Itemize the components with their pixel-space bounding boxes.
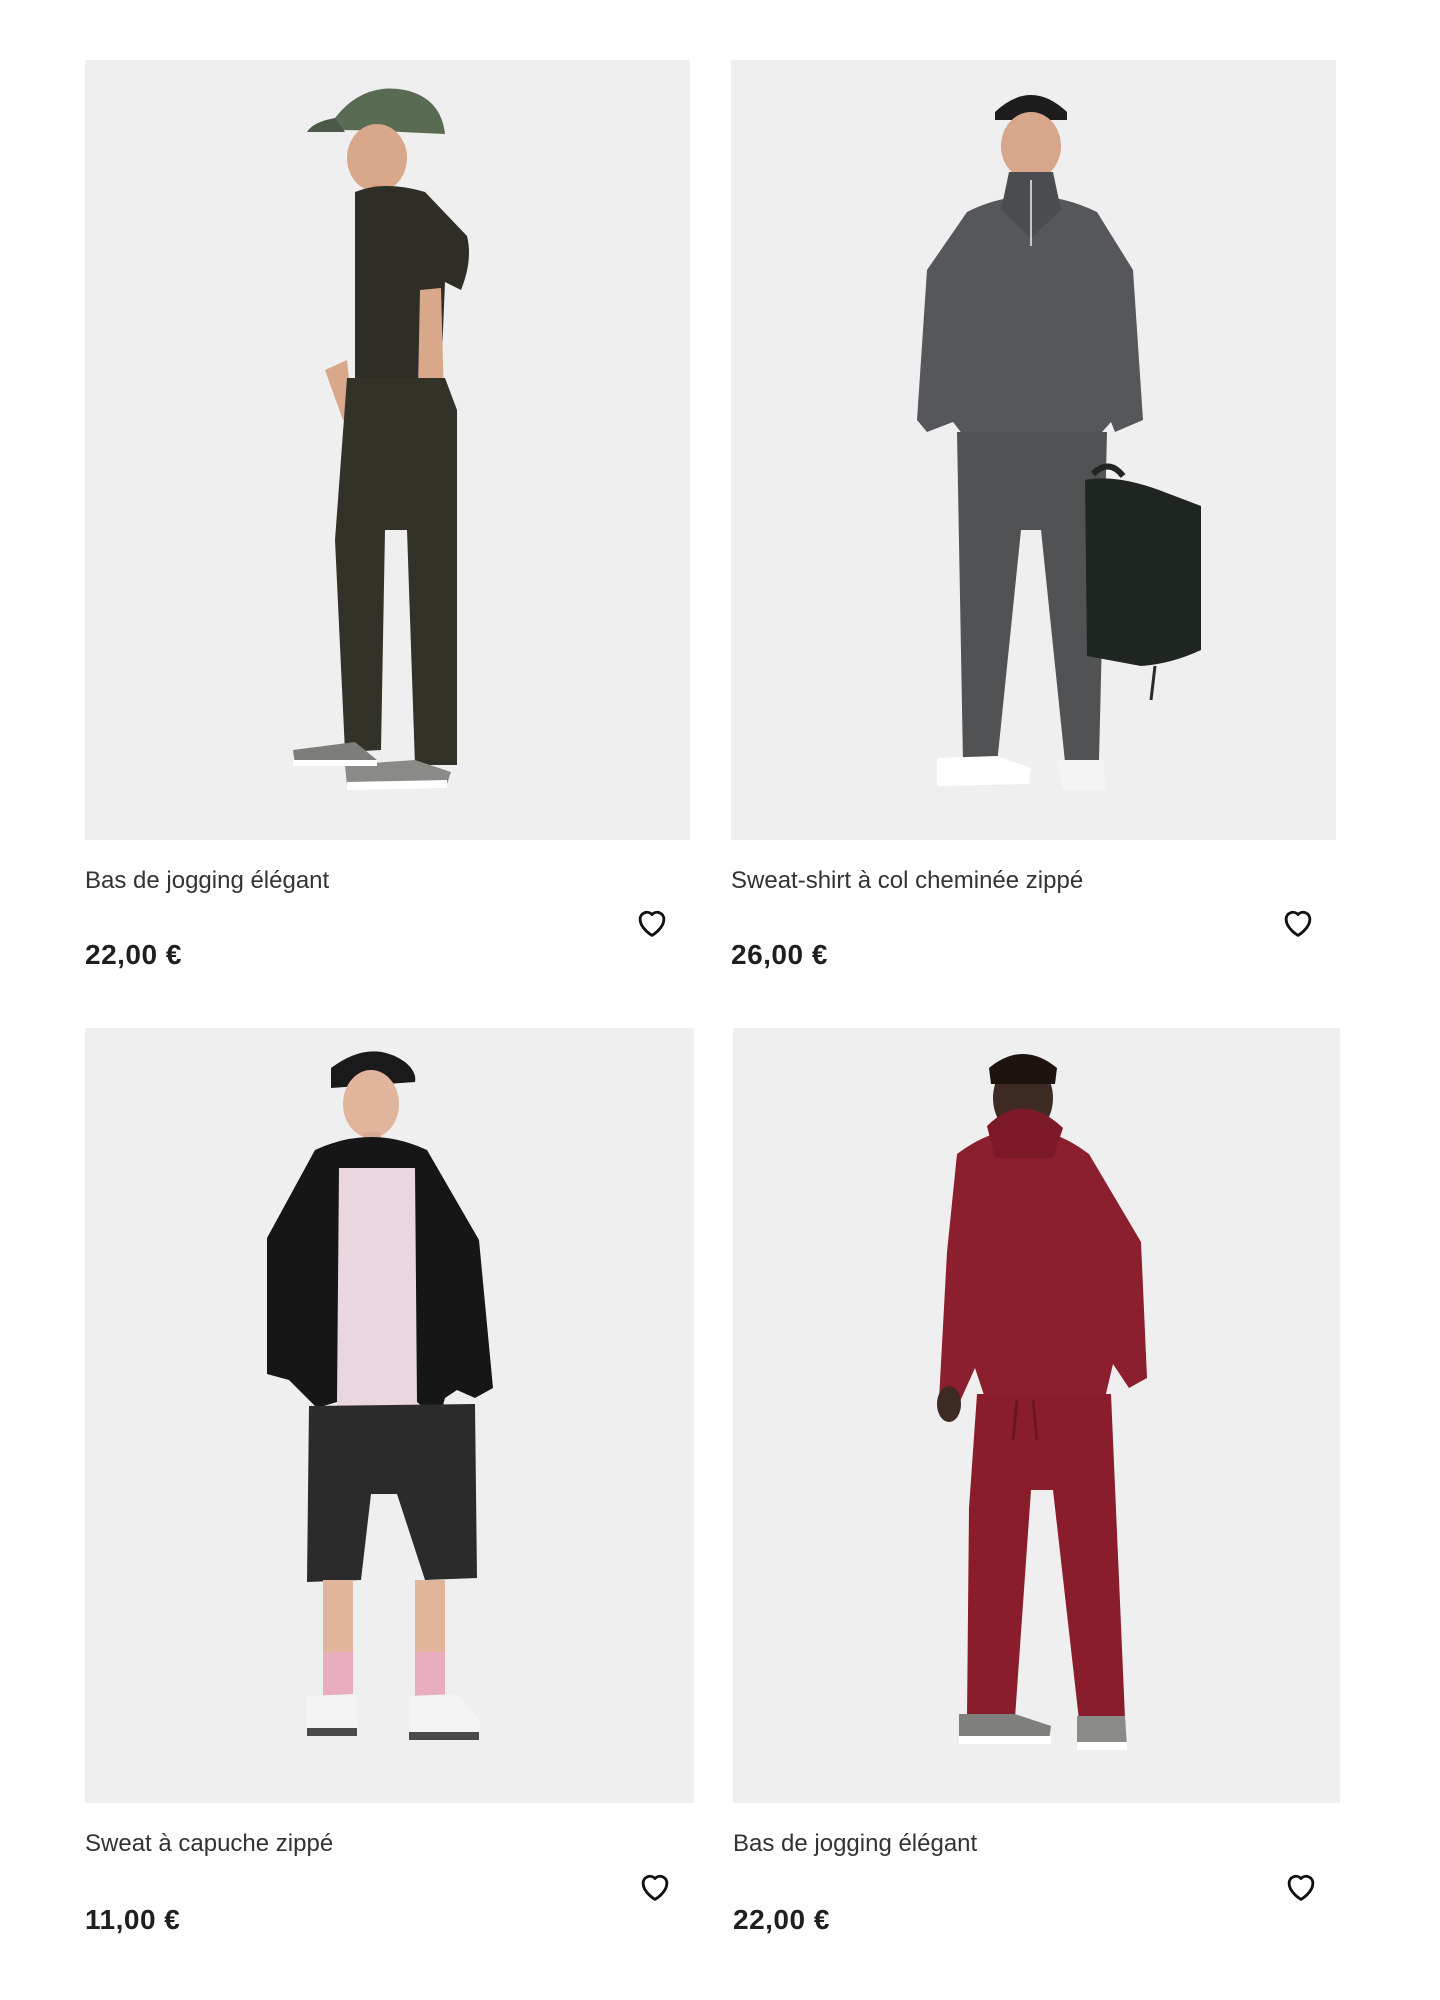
- product-image[interactable]: [85, 60, 690, 840]
- product-card[interactable]: Bas de jogging élégant 22,00 €: [85, 60, 690, 990]
- product-price: 26,00 €: [731, 939, 828, 970]
- model-wearing-burgundy-tracksuit-image: [733, 1028, 1340, 1803]
- product-title[interactable]: Bas de jogging élégant: [85, 866, 329, 896]
- product-card[interactable]: Bas de jogging élégant 22,00 €: [733, 1028, 1342, 1978]
- product-image[interactable]: [85, 1028, 694, 1803]
- product-price: 22,00 €: [85, 939, 182, 970]
- model-wearing-grey-sweatshirt-image: [731, 60, 1336, 840]
- wishlist-button[interactable]: [1276, 900, 1320, 944]
- wishlist-button[interactable]: [633, 1864, 677, 1908]
- heart-outline-icon: [1284, 910, 1312, 937]
- product-image[interactable]: [731, 60, 1336, 840]
- product-title[interactable]: Sweat-shirt à col cheminée zippé: [731, 866, 1083, 896]
- wishlist-button[interactable]: [630, 900, 674, 944]
- heart-outline-icon: [641, 1874, 669, 1901]
- product-price: 22,00 €: [733, 1904, 830, 1935]
- product-title[interactable]: Sweat à capuche zippé: [85, 1829, 333, 1859]
- heart-outline-icon: [638, 910, 666, 937]
- product-title[interactable]: Bas de jogging élégant: [733, 1829, 977, 1859]
- model-wearing-black-zip-hoodie-image: [85, 1028, 694, 1803]
- product-card[interactable]: Sweat-shirt à col cheminée zippé 26,00 €: [731, 60, 1338, 990]
- wishlist-button[interactable]: [1279, 1864, 1323, 1908]
- model-wearing-dark-joggers-image: [85, 60, 690, 840]
- heart-outline-icon: [1287, 1874, 1315, 1901]
- product-image[interactable]: [733, 1028, 1340, 1803]
- product-card[interactable]: Sweat à capuche zippé 11,00 €: [85, 1028, 694, 1978]
- product-price: 11,00 €: [85, 1904, 181, 1935]
